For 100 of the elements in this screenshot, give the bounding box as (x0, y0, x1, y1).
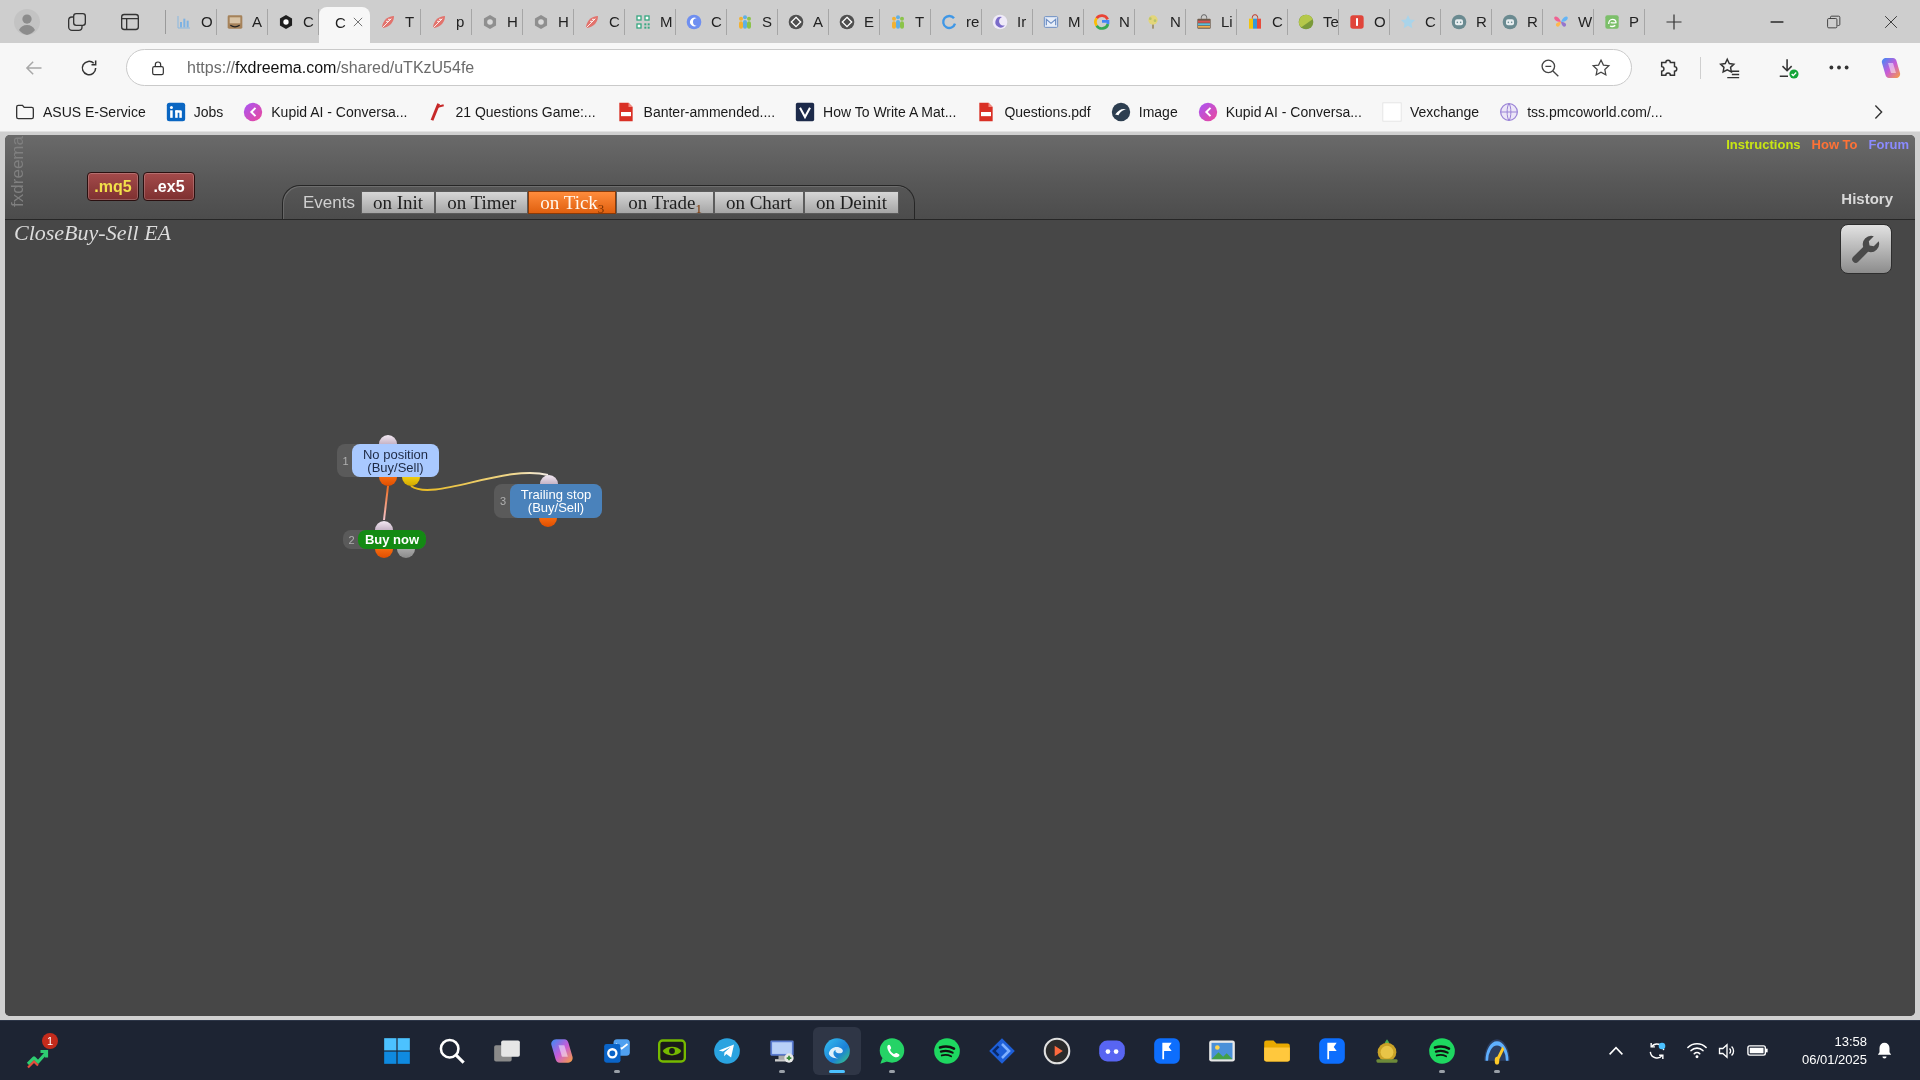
bell-icon[interactable] (1877, 1042, 1892, 1059)
input-port-icon[interactable] (540, 475, 558, 484)
four-squares-icon[interactable] (383, 1036, 411, 1065)
phone-icon[interactable] (878, 1036, 906, 1065)
bookmark[interactable]: Kupid AI - Conversa... (243, 101, 408, 122)
flag-tile-icon[interactable] (1153, 1036, 1181, 1065)
flow-block[interactable]: 1 No position (Buy/Sell) (337, 444, 439, 477)
bookmark[interactable]: Image (1110, 101, 1178, 122)
minimize-icon[interactable] (1770, 20, 1784, 23)
browser-tab[interactable]: H (472, 8, 523, 35)
paper-plane-icon[interactable] (713, 1036, 741, 1065)
flow-block[interactable]: 3 Trailing stop (Buy/Sell) (494, 484, 602, 518)
stacked-squares-icon[interactable] (67, 11, 87, 32)
output-port-icon[interactable] (375, 549, 393, 558)
browser-tab[interactable]: H (523, 8, 574, 35)
event-tab[interactable]: on Chart (713, 191, 804, 214)
tools-button[interactable] (1840, 224, 1892, 274)
browser-tab[interactable]: T (880, 8, 931, 35)
plus-icon[interactable] (1665, 12, 1683, 31)
chevron-up-icon[interactable] (1608, 1045, 1624, 1056)
wifi-icon[interactable] (1687, 1042, 1707, 1059)
favorites-icon[interactable] (1719, 56, 1741, 79)
export-button[interactable]: .mq5 (87, 172, 139, 201)
window-icon[interactable] (120, 11, 140, 32)
search-icon[interactable] (438, 1036, 466, 1065)
browser-tab[interactable]: N (1135, 8, 1186, 35)
bookmark[interactable]: Kupid AI - Conversa... (1197, 101, 1362, 122)
export-button[interactable]: .ex5 (143, 172, 195, 201)
battery-icon[interactable] (1747, 1045, 1769, 1056)
browser-tab[interactable]: S (727, 8, 778, 35)
browser-tab[interactable]: p (421, 8, 472, 35)
browser-tab[interactable]: T (370, 8, 421, 35)
event-tab[interactable]: on Timer (435, 191, 529, 214)
chevron-right-icon[interactable] (1874, 103, 1883, 120)
restore-icon[interactable] (1827, 14, 1841, 29)
browser-tab[interactable]: P (1594, 8, 1645, 35)
bookmark[interactable]: Vexchange (1381, 101, 1480, 122)
more-icon[interactable] (1829, 65, 1849, 70)
browser-tab[interactable]: M (1033, 8, 1084, 35)
event-tab[interactable]: on Trade$_{1}$ (616, 191, 714, 214)
gauge-icon[interactable] (1483, 1036, 1511, 1065)
browser-tab[interactable]: R (1441, 8, 1492, 35)
browser-tab[interactable]: C (1237, 8, 1288, 35)
browser-tab[interactable]: Li (1186, 8, 1237, 35)
browser-tab[interactable]: Te (1288, 8, 1339, 35)
swirl-icon[interactable] (548, 1036, 576, 1065)
bookmark[interactable]: 21 Questions Game:... (427, 101, 596, 122)
event-tab[interactable]: on Deinit (803, 191, 900, 214)
output-port-icon[interactable] (379, 477, 397, 486)
bookmark[interactable]: ASUS E-Service (15, 101, 146, 122)
star-icon[interactable] (1591, 57, 1611, 78)
browser-tab[interactable]: M (625, 8, 676, 35)
flow-block[interactable]: 2 Buy now (343, 530, 426, 549)
bookmark[interactable]: Banter-ammended.... (615, 101, 776, 122)
browser-tab[interactable]: R (1492, 8, 1543, 35)
arcs-circle-icon[interactable] (933, 1036, 961, 1065)
browser-tab[interactable]: Ir (982, 8, 1033, 35)
close-icon[interactable] (352, 17, 363, 27)
clock-date[interactable]: 06/01/2025 (1801, 1050, 1867, 1069)
bookmark[interactable]: Questions.pdf (976, 101, 1091, 122)
browser-tab[interactable]: A (217, 8, 268, 35)
output-port-icon[interactable] (397, 549, 415, 558)
event-tab[interactable]: on Init (361, 191, 436, 214)
browser-tab[interactable]: C (319, 7, 370, 43)
diamond-icon[interactable] (988, 1036, 1016, 1065)
browser-tab[interactable]: N (1084, 8, 1135, 35)
play-icon[interactable] (1043, 1036, 1071, 1065)
taskbar-app-button[interactable] (813, 1026, 861, 1075)
header-link[interactable]: Instructions (1726, 137, 1801, 152)
input-port-icon[interactable] (379, 435, 397, 444)
zoom-out-icon[interactable] (1540, 57, 1560, 78)
browser-tab[interactable]: C (676, 8, 727, 35)
bookmark[interactable]: tss.pmcoworld.com/... (1499, 101, 1663, 122)
browser-tab[interactable]: W (1543, 8, 1594, 35)
close-icon[interactable] (1884, 14, 1898, 29)
browser-tab[interactable]: E (829, 8, 880, 35)
clock-time[interactable]: 13:58 (1834, 1032, 1867, 1051)
output-port-icon[interactable] (402, 477, 420, 486)
history-link[interactable]: History (1841, 190, 1893, 207)
mail-icon[interactable] (603, 1036, 631, 1065)
sync-icon[interactable] (1647, 1040, 1667, 1061)
browser-tab[interactable]: C (1390, 8, 1441, 35)
flag-tile-icon[interactable] (1318, 1036, 1346, 1065)
bookmark[interactable]: How To Write A Mat... (795, 101, 957, 122)
browser-tab[interactable]: O (1339, 8, 1390, 35)
address-field[interactable]: https://fxdreema.com/shared/uTKzU54fe (126, 49, 1632, 86)
trend-arrow-icon[interactable] (26, 1048, 50, 1069)
browser-tab[interactable]: C (574, 8, 625, 35)
browser-tab[interactable]: O (166, 8, 217, 35)
volume-icon[interactable] (1717, 1040, 1737, 1061)
download-icon[interactable] (1777, 56, 1799, 79)
wave-circle-icon[interactable] (823, 1036, 851, 1065)
arcs-circle-icon[interactable] (1428, 1036, 1456, 1065)
lock-icon[interactable] (150, 59, 166, 76)
browser-tab[interactable]: re (931, 8, 982, 35)
input-port-icon[interactable] (375, 521, 393, 530)
bookmark[interactable]: Jobs (165, 101, 224, 122)
output-port-icon[interactable] (539, 518, 557, 527)
browser-tab[interactable]: A (778, 8, 829, 35)
eye-icon[interactable] (658, 1036, 686, 1065)
